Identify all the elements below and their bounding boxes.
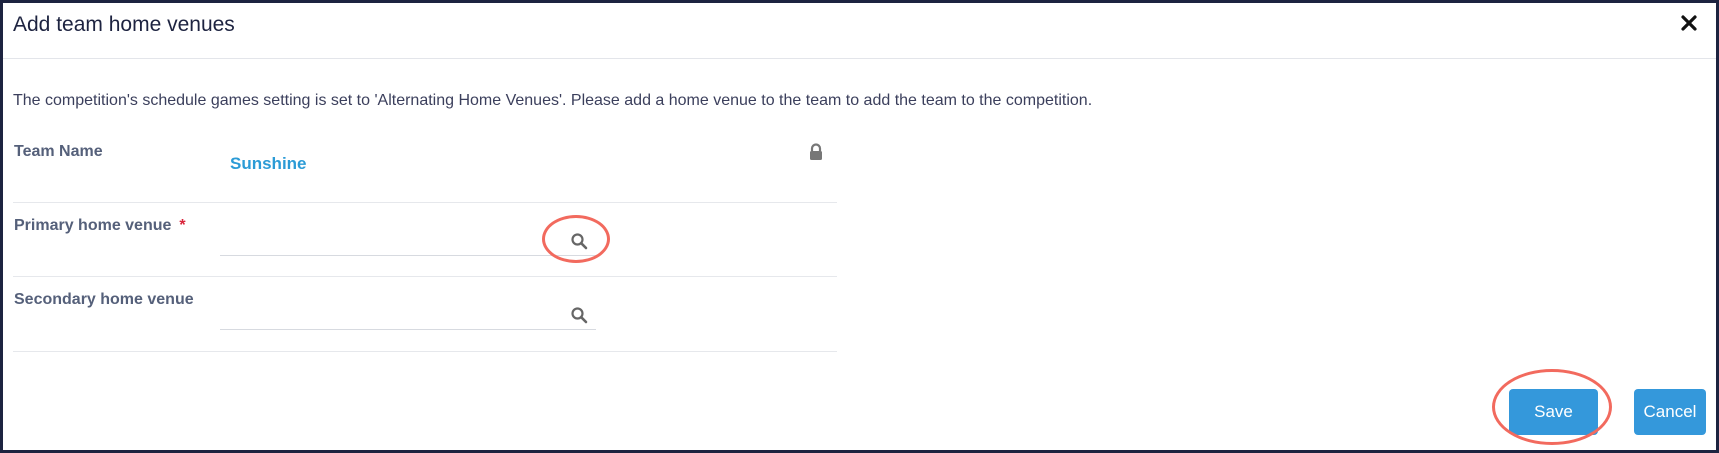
required-marker: * — [179, 217, 186, 234]
primary-home-venue-field — [220, 228, 596, 256]
save-button[interactable]: Save — [1509, 389, 1598, 435]
secondary-home-venue-input[interactable] — [220, 302, 560, 328]
team-name-value: Sunshine — [230, 154, 307, 173]
dialog-title: Add team home venues — [13, 13, 235, 36]
secondary-home-venue-label: Secondary home venue — [14, 291, 194, 308]
primary-home-venue-input[interactable] — [220, 228, 560, 254]
add-team-home-venues-dialog: Add team home venues The competition's s… — [0, 0, 1719, 453]
dialog-header: Add team home venues — [3, 3, 1716, 59]
secondary-home-venue-row: Secondary home venue — [13, 277, 837, 352]
search-icon[interactable] — [570, 306, 588, 324]
venue-form: Team Name Sunshine Primary home venue * — [13, 129, 837, 352]
team-name-row: Team Name Sunshine — [13, 129, 837, 203]
cancel-button[interactable]: Cancel — [1634, 389, 1706, 435]
primary-home-venue-label-text: Primary home venue — [14, 217, 172, 234]
alternating-venues-notice: The competition's schedule games setting… — [13, 92, 1093, 109]
close-icon[interactable] — [1680, 14, 1698, 32]
primary-home-venue-row: Primary home venue * — [13, 203, 837, 277]
search-icon[interactable] — [570, 232, 588, 250]
primary-home-venue-label: Primary home venue * — [14, 217, 186, 235]
secondary-home-venue-field — [220, 302, 596, 330]
lock-icon — [808, 143, 824, 161]
team-name-label: Team Name — [14, 143, 103, 160]
